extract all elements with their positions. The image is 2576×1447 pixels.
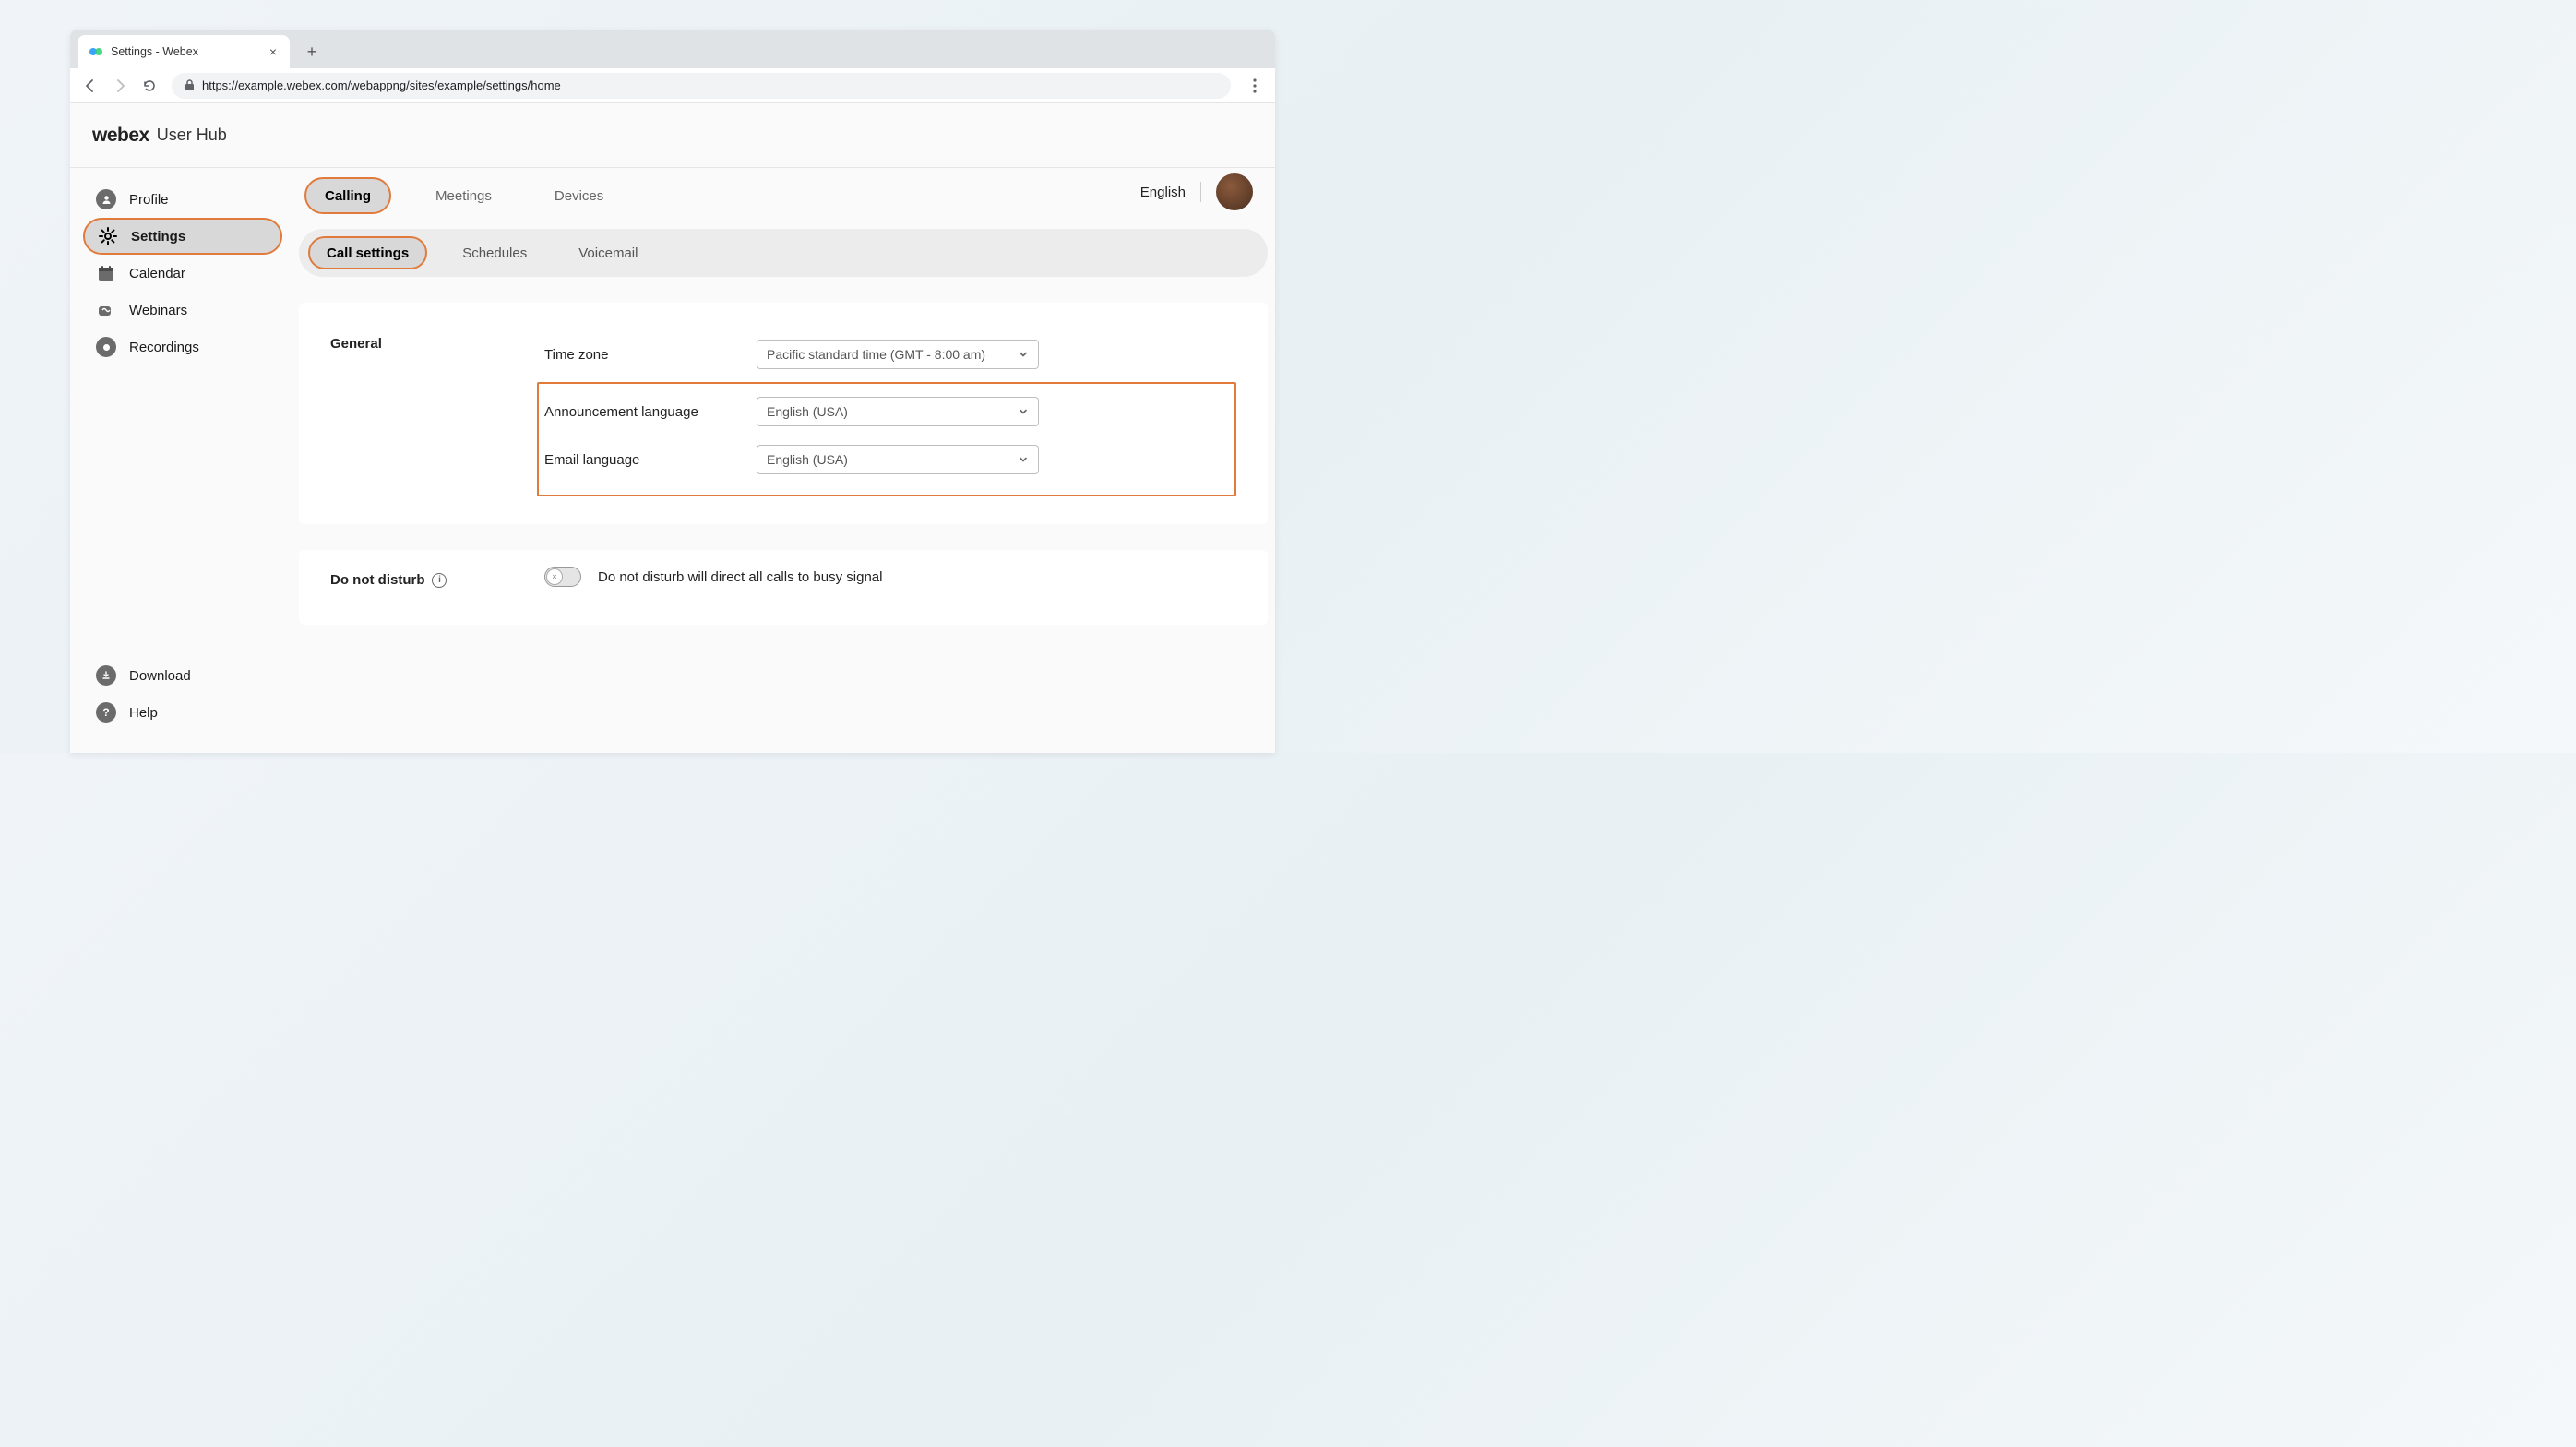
field-announcement-language: Announcement language English (USA) bbox=[544, 388, 1229, 436]
sidebar-item-profile[interactable]: Profile bbox=[83, 181, 282, 218]
webex-favicon bbox=[89, 44, 103, 59]
subtab-schedules[interactable]: Schedules bbox=[446, 236, 543, 269]
dnd-toggle[interactable]: × bbox=[544, 567, 581, 587]
brand-logo: webex bbox=[92, 125, 149, 147]
email-value: English (USA) bbox=[767, 452, 848, 467]
section-title-general: General bbox=[330, 330, 544, 352]
browser-menu-button[interactable] bbox=[1242, 73, 1268, 99]
back-button[interactable] bbox=[78, 73, 103, 99]
gear-icon bbox=[98, 226, 118, 246]
browser-window: Settings - Webex × + https://example.web… bbox=[70, 30, 1275, 753]
calendar-icon bbox=[96, 263, 116, 283]
field-timezone: Time zone Pacific standard time (GMT - 8… bbox=[544, 330, 1236, 378]
timezone-select[interactable]: Pacific standard time (GMT - 8:00 am) bbox=[757, 340, 1039, 369]
sidebar-item-label: Help bbox=[129, 705, 158, 721]
tab-calling[interactable]: Calling bbox=[304, 177, 391, 214]
sidebar-item-calendar[interactable]: Calendar bbox=[83, 255, 282, 292]
sidebar-item-label: Webinars bbox=[129, 303, 187, 318]
sidebar-item-label: Recordings bbox=[129, 340, 199, 355]
webinar-icon bbox=[96, 300, 116, 320]
browser-tab-bar: Settings - Webex × + bbox=[70, 30, 1275, 68]
secondary-tabs: Call settings Schedules Voicemail bbox=[299, 229, 1268, 277]
subtab-call-settings[interactable]: Call settings bbox=[308, 236, 427, 269]
avatar[interactable] bbox=[1216, 173, 1253, 210]
primary-tabs: Calling Meetings Devices bbox=[299, 177, 1268, 214]
forward-button[interactable] bbox=[107, 73, 133, 99]
subtab-voicemail[interactable]: Voicemail bbox=[562, 236, 654, 269]
chevron-down-icon bbox=[1018, 349, 1029, 360]
browser-tab[interactable]: Settings - Webex × bbox=[78, 35, 290, 68]
sidebar-item-webinars[interactable]: Webinars bbox=[83, 292, 282, 329]
sidebar-item-label: Settings bbox=[131, 229, 185, 245]
main: Calling Meetings Devices Call settings S… bbox=[292, 168, 1275, 753]
brand-sub: User Hub bbox=[157, 126, 227, 145]
sidebar-item-label: Download bbox=[129, 668, 191, 684]
general-card: General Time zone Pacific standard time … bbox=[299, 303, 1268, 524]
announcement-label: Announcement language bbox=[544, 404, 757, 420]
announcement-value: English (USA) bbox=[767, 404, 848, 419]
dnd-title: Do not disturb bbox=[330, 572, 424, 588]
tab-meetings[interactable]: Meetings bbox=[417, 177, 510, 214]
browser-tab-title: Settings - Webex bbox=[111, 45, 258, 58]
sidebar: Profile Settings Calendar bbox=[70, 168, 292, 753]
brand-row: webex User Hub bbox=[70, 103, 1275, 168]
sidebar-item-settings[interactable]: Settings bbox=[83, 218, 282, 255]
divider bbox=[1200, 182, 1201, 202]
close-tab-icon[interactable]: × bbox=[266, 44, 280, 59]
help-icon: ? bbox=[96, 702, 116, 723]
tab-devices[interactable]: Devices bbox=[536, 177, 622, 214]
reload-button[interactable] bbox=[137, 73, 162, 99]
dnd-toggle-row: × Do not disturb will direct all calls t… bbox=[544, 567, 1236, 587]
info-icon[interactable]: i bbox=[432, 573, 447, 588]
sidebar-item-label: Profile bbox=[129, 192, 169, 208]
chevron-down-icon bbox=[1018, 454, 1029, 465]
sidebar-item-label: Calendar bbox=[129, 266, 185, 281]
chevron-down-icon bbox=[1018, 406, 1029, 417]
body: English Profile Settings bbox=[70, 168, 1275, 753]
timezone-value: Pacific standard time (GMT - 8:00 am) bbox=[767, 347, 985, 362]
section-title-dnd: Do not disturb i bbox=[330, 567, 544, 588]
record-icon bbox=[96, 337, 116, 357]
top-right: English bbox=[1140, 173, 1253, 210]
sidebar-item-download[interactable]: Download bbox=[83, 657, 282, 694]
url-text: https://example.webex.com/webappng/sites… bbox=[202, 78, 561, 92]
new-tab-button[interactable]: + bbox=[299, 39, 325, 65]
lock-icon bbox=[185, 79, 195, 91]
language-selector[interactable]: English bbox=[1140, 185, 1186, 200]
url-bar: https://example.webex.com/webappng/sites… bbox=[70, 68, 1275, 103]
toggle-knob: × bbox=[546, 568, 563, 585]
language-highlight: Announcement language English (USA) Emai… bbox=[537, 382, 1236, 496]
field-email-language: Email language English (USA) bbox=[544, 436, 1229, 484]
person-icon bbox=[96, 189, 116, 209]
dnd-card: Do not disturb i × Do not disturb will d… bbox=[299, 550, 1268, 625]
page: webex User Hub English Profile bbox=[70, 103, 1275, 753]
sidebar-item-recordings[interactable]: Recordings bbox=[83, 329, 282, 365]
dnd-description: Do not disturb will direct all calls to … bbox=[598, 569, 882, 585]
download-icon bbox=[96, 665, 116, 686]
email-select[interactable]: English (USA) bbox=[757, 445, 1039, 474]
url-field[interactable]: https://example.webex.com/webappng/sites… bbox=[172, 73, 1231, 99]
email-label: Email language bbox=[544, 452, 757, 468]
announcement-select[interactable]: English (USA) bbox=[757, 397, 1039, 426]
timezone-label: Time zone bbox=[544, 347, 757, 363]
sidebar-item-help[interactable]: ? Help bbox=[83, 694, 282, 731]
